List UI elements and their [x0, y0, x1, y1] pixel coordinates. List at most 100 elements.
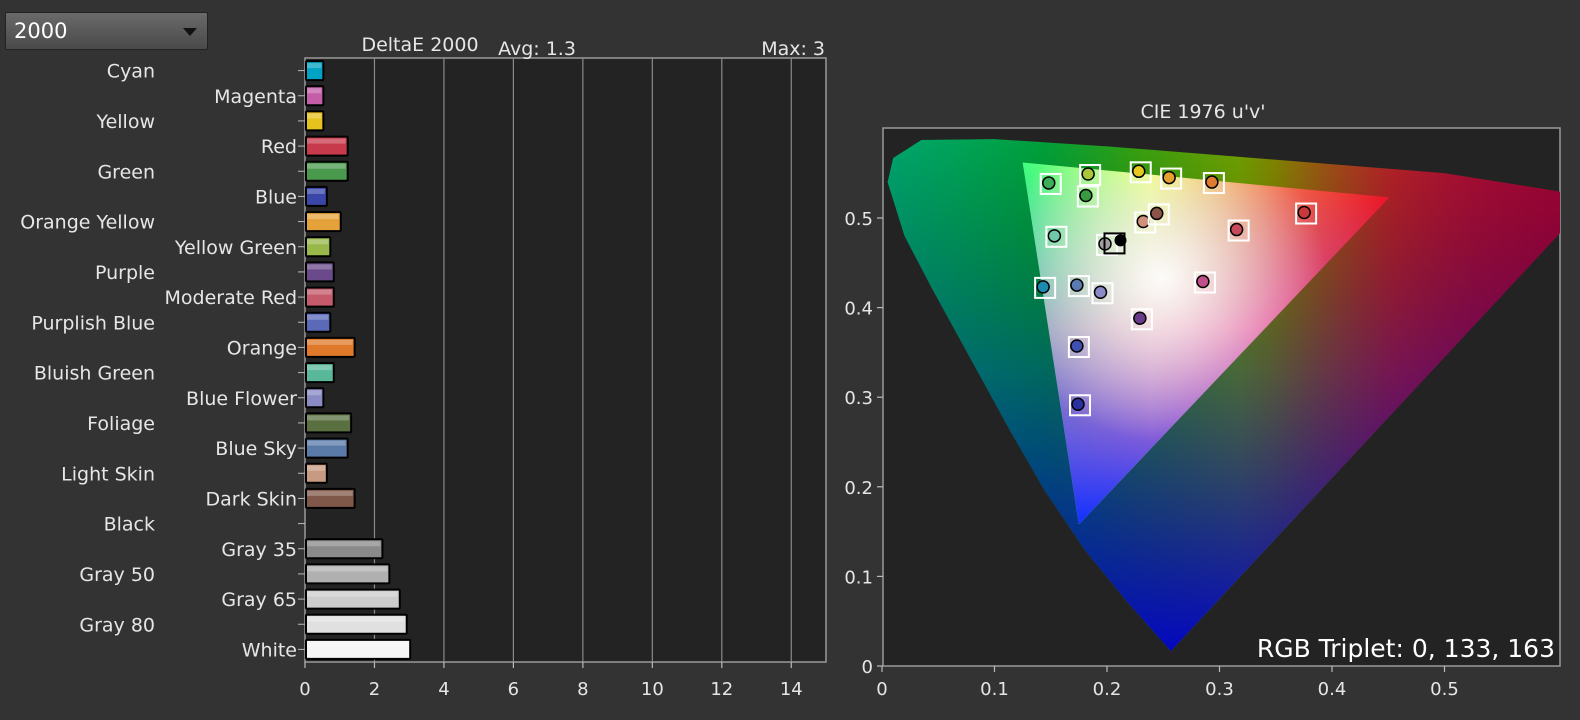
bar-x-tick-label: 4 — [438, 679, 449, 700]
cie-x-tick-label: 0 — [876, 679, 887, 700]
measured-point — [1297, 205, 1311, 220]
cie-y-tick-label: 0.2 — [844, 478, 873, 499]
cie-chart-title: CIE 1976 u'v' — [1140, 101, 1265, 123]
gamut-triangle — [1022, 162, 1390, 525]
bar-category-label: Gray 65 — [221, 589, 297, 611]
measured-point — [1136, 214, 1150, 229]
target-square — [1079, 163, 1102, 186]
target-square — [1295, 202, 1318, 225]
target-square — [1129, 161, 1152, 184]
avg-label: Avg: 1.3 — [498, 38, 576, 60]
bar-category-label: Red — [261, 136, 297, 158]
measured-point — [1047, 229, 1062, 243]
target-square — [1091, 282, 1114, 305]
bar-category-label: Yellow Green — [174, 237, 297, 259]
measured-point — [1133, 311, 1147, 325]
measured-point — [1070, 278, 1084, 292]
bar-highlight — [307, 415, 350, 421]
bar-category-label: Green — [97, 161, 155, 183]
measured-point — [1093, 285, 1108, 300]
bar-category-label: Gray 80 — [79, 614, 155, 636]
bar-highlight — [307, 591, 398, 597]
bar-category-label: Magenta — [214, 86, 297, 108]
measured-point — [1229, 222, 1244, 237]
bar-category-label: Purplish Blue — [31, 312, 155, 334]
white-point-square — [1103, 232, 1126, 255]
bar-category-label: Gray 35 — [221, 539, 297, 561]
bar-highlight — [307, 239, 329, 245]
rgb-triplet-label: RGB Triplet: 0, 133, 163 — [1257, 634, 1555, 663]
bar-category-label: Foliage — [87, 413, 155, 435]
bar-category-label: Cyan — [107, 61, 155, 83]
cie-y-tick-label: 0 — [862, 657, 873, 678]
target-square — [1227, 219, 1250, 242]
cie-x-tick-label: 0.3 — [1205, 679, 1234, 700]
measured-point — [1205, 175, 1219, 189]
target-square — [1034, 276, 1057, 299]
bar-category-label: Gray 50 — [79, 564, 155, 586]
cie-plot-area — [882, 127, 1561, 667]
bar-category-label: Blue Sky — [215, 438, 297, 460]
bar-category-label: Orange — [227, 337, 297, 359]
target-square — [1193, 271, 1216, 294]
bar-category-label: White — [242, 639, 297, 661]
bar-highlight — [307, 63, 322, 69]
max-label: Max: 3 — [761, 38, 825, 60]
measured-point — [1150, 206, 1164, 221]
bar-x-tick-label: 6 — [508, 679, 519, 700]
target-square — [1069, 394, 1091, 417]
bar-x-tick-label: 0 — [299, 679, 310, 700]
bar-highlight — [307, 390, 322, 396]
bar-highlight — [307, 163, 346, 169]
cie-y-tick-label: 0.4 — [844, 299, 873, 320]
bar-x-tick-label: 12 — [710, 679, 733, 700]
spectral-locus-cyan — [887, 139, 1560, 652]
bar-category-label: Bluish Green — [34, 363, 155, 385]
cie-y-tick-label: 0.5 — [844, 209, 873, 230]
deltae-bar-chart: Cyan Magenta Yellow Red Green Blue Orange Yell… — [20, 34, 827, 700]
cie-measurement-marks — [1034, 161, 1318, 417]
target-square — [1202, 172, 1225, 195]
bar-chart-title: DeltaE 2000 — [361, 34, 478, 56]
bar-x-tick-labels: 0 2 4 6 8 10 12 14 — [299, 679, 802, 700]
measured-point — [1042, 176, 1056, 190]
cie-x-tick-label: 0.2 — [1093, 679, 1122, 700]
bar-highlight — [307, 365, 332, 371]
cie-x-tick-label: 0.4 — [1318, 679, 1347, 700]
target-square — [1134, 211, 1157, 234]
white-point-marker — [1114, 234, 1127, 247]
bar-highlight — [307, 490, 353, 496]
bar-category-labels: Cyan Magenta Yellow Red Green Blue Orange Yell… — [20, 61, 305, 661]
spectral-locus-region — [887, 139, 1560, 652]
bar-category-label: Orange Yellow — [20, 212, 155, 234]
bar-category-label: Blue Flower — [186, 388, 297, 410]
target-square — [1160, 167, 1183, 190]
bar-highlight — [307, 641, 409, 647]
bar-highlight — [307, 440, 346, 446]
measured-point — [1098, 237, 1112, 251]
spectral-locus-blue — [887, 139, 1560, 652]
bar-highlight — [307, 566, 388, 572]
cie-x-tick-labels: 0 0.1 0.2 0.3 0.4 0.5 — [876, 666, 1459, 700]
target-square — [1147, 203, 1170, 226]
bar-highlight — [307, 113, 322, 119]
measured-point — [1162, 170, 1176, 185]
bar-highlight — [307, 541, 381, 547]
measured-point — [1036, 280, 1050, 294]
bar-highlight — [307, 214, 339, 220]
bar-highlight — [307, 264, 332, 270]
target-square — [1067, 275, 1090, 298]
gamut-triangle-blue — [1022, 162, 1390, 525]
bar-highlight — [307, 138, 346, 144]
bar-highlight — [307, 339, 353, 345]
measured-point — [1070, 339, 1084, 353]
target-square — [1096, 233, 1118, 256]
bar-highlight — [307, 465, 325, 471]
bar-x-tick-label: 10 — [641, 679, 664, 700]
target-square — [1039, 172, 1062, 195]
measured-point — [1071, 397, 1085, 412]
spectral-locus — [887, 139, 1560, 652]
measured-point — [1196, 274, 1210, 289]
bar-highlight — [307, 88, 322, 94]
bar-x-tick-label: 14 — [780, 679, 803, 700]
